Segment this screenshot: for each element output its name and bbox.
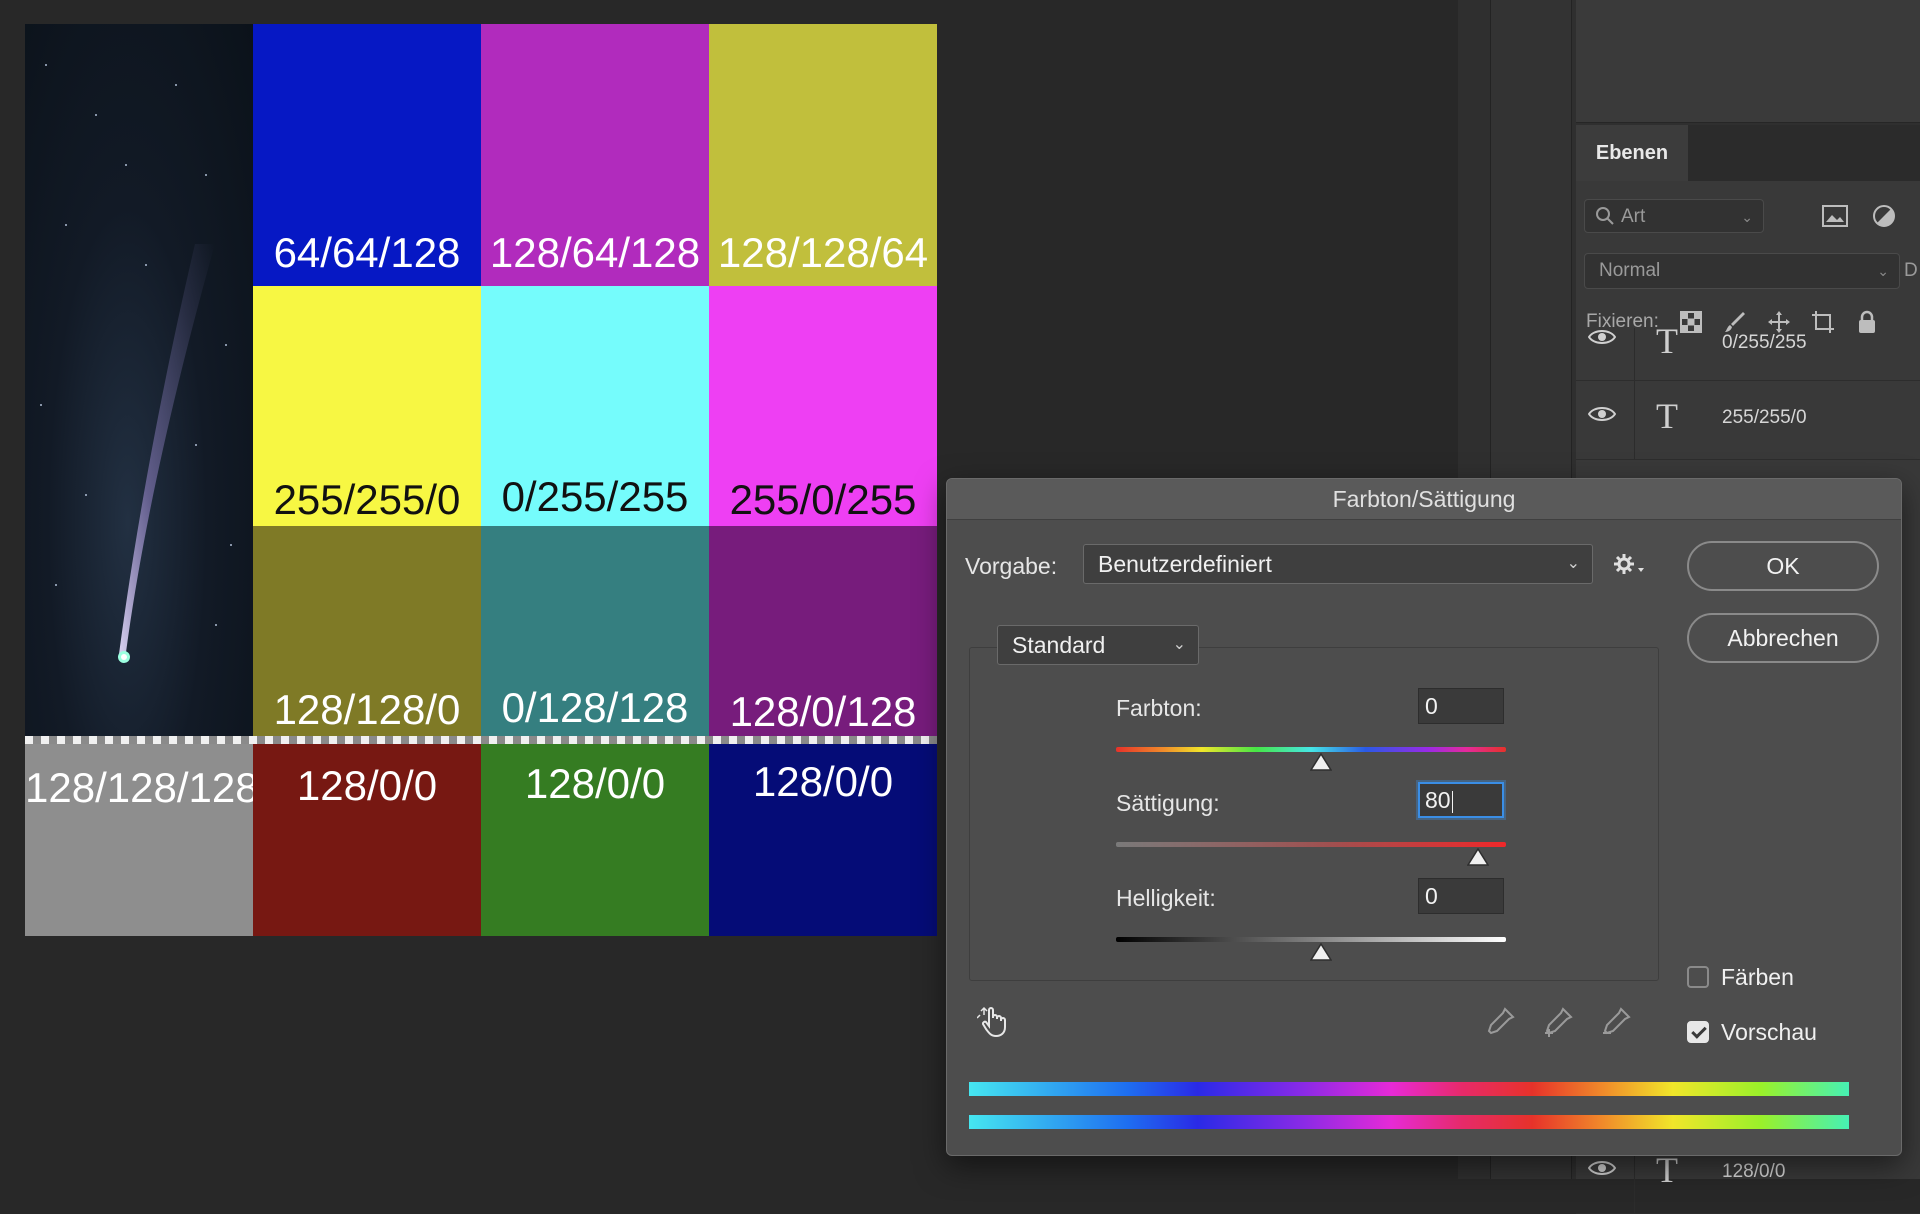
eyedropper-icon[interactable]	[1483, 1005, 1517, 1039]
swatch-label: 0/128/128	[501, 684, 689, 731]
layer-row[interactable]: T 255/255/0	[1576, 381, 1920, 460]
swatch-label: 128/128/64	[717, 229, 929, 276]
output-color-spectrum-bar	[969, 1115, 1849, 1129]
color-swatch: 0/128/128	[481, 526, 709, 736]
swatch-label: 128/0/0	[752, 758, 894, 805]
color-swatch: 128/0/128	[709, 526, 937, 736]
comet-tail-graphic	[118, 244, 215, 663]
targeted-adjustment-hand-icon[interactable]	[977, 1005, 1011, 1039]
layer-row[interactable]: T 0/255/255	[1576, 328, 1920, 381]
lightness-slider-thumb[interactable]	[1310, 943, 1332, 961]
image-filter-icon[interactable]	[1822, 205, 1848, 227]
color-swatch: 255/0/255	[709, 286, 937, 526]
preset-value: Benutzerdefiniert	[1098, 551, 1272, 577]
layer-name: 255/255/0	[1722, 407, 1807, 428]
layer-name: 0/255/255	[1722, 332, 1807, 353]
layers-tabbar: Ebenen	[1576, 125, 1920, 181]
tab-layers[interactable]: Ebenen	[1576, 125, 1688, 181]
hue-input[interactable]: 0	[1418, 688, 1504, 724]
opacity-label-cut: D	[1904, 260, 1918, 281]
visibility-eye-icon[interactable]	[1588, 328, 1616, 346]
blend-mode-select[interactable]: Normal ⌄	[1584, 253, 1900, 289]
layer-name: 128/0/0	[1722, 1161, 1786, 1182]
cancel-button[interactable]: Abbrechen	[1687, 613, 1879, 663]
eyedropper-add-icon[interactable]	[1541, 1005, 1575, 1039]
swatch-label: 0/255/255	[501, 473, 689, 520]
preset-options-gear-icon[interactable]	[1613, 553, 1647, 577]
color-swatch: 128/64/128	[481, 24, 709, 286]
input-color-spectrum-bar	[969, 1082, 1849, 1096]
adjustment-filter-icon[interactable]	[1872, 204, 1896, 228]
hue-slider-track[interactable]	[1116, 747, 1506, 752]
saturation-slider-thumb[interactable]	[1467, 848, 1489, 866]
hue-slider-thumb[interactable]	[1310, 753, 1332, 771]
swatch-label: 128/128/0	[273, 686, 461, 733]
channel-select[interactable]: Standard ⌄	[997, 625, 1199, 665]
lightness-slider-track[interactable]	[1116, 937, 1506, 942]
search-icon	[1596, 207, 1614, 225]
color-swatch: 0/255/255	[481, 286, 709, 526]
text-layer-icon: T	[1656, 396, 1678, 436]
preview-checkbox[interactable]	[1687, 1021, 1709, 1043]
colorize-label: Färben	[1721, 964, 1794, 990]
hue-label: Farbton:	[1116, 695, 1202, 721]
swatch-label: 128/0/128	[729, 688, 917, 735]
saturation-label: Sättigung:	[1116, 790, 1220, 816]
chevron-down-icon: ⌄	[1566, 555, 1580, 572]
visibility-eye-icon[interactable]	[1588, 1159, 1616, 1177]
colorize-checkbox[interactable]	[1687, 966, 1709, 988]
lightness-label: Helligkeit:	[1116, 885, 1216, 911]
saturation-value: 80	[1425, 787, 1451, 813]
color-swatch: 128/128/0	[253, 526, 481, 736]
swatch-label: 255/255/0	[273, 476, 461, 523]
layer-filter-select[interactable]: Art ⌄	[1584, 199, 1764, 233]
color-swatch: 128/0/0	[709, 736, 937, 936]
swatch-label: 255/0/255	[729, 476, 917, 523]
upper-panel	[1576, 0, 1920, 123]
swatch-label: 128/128/128	[25, 764, 259, 811]
document-canvas[interactable]: 64/64/128 128/64/128 128/128/64 255/255/…	[25, 24, 937, 936]
adjustment-group	[969, 647, 1659, 981]
blend-mode-value: Normal	[1599, 260, 1661, 281]
color-swatch: 128/128/128	[25, 736, 259, 936]
layer-row-divider	[1634, 328, 1635, 380]
preset-label: Vorgabe:	[965, 553, 1058, 579]
chevron-down-icon: ⌄	[1877, 263, 1889, 279]
marching-ants-selection	[25, 736, 937, 744]
comet-photo	[25, 24, 253, 736]
saturation-slider-track[interactable]	[1116, 842, 1506, 847]
color-swatch: 128/128/64	[709, 24, 937, 286]
hue-saturation-dialog: Farbton/Sättigung Vorgabe: Benutzerdefin…	[946, 478, 1902, 1156]
swatch-label: 64/64/128	[273, 229, 461, 276]
color-swatch: 64/64/128	[253, 24, 481, 286]
color-swatch: 255/255/0	[253, 286, 481, 526]
swatch-label: 128/0/0	[296, 762, 438, 809]
layer-filter-label: Art	[1621, 206, 1646, 227]
eyedropper-subtract-icon[interactable]	[1599, 1005, 1633, 1039]
swatch-label: 128/0/0	[524, 760, 666, 807]
text-caret	[1451, 790, 1453, 813]
visibility-eye-icon[interactable]	[1588, 405, 1616, 423]
chevron-down-icon: ⌄	[1172, 636, 1186, 653]
color-swatch: 128/0/0	[481, 736, 709, 936]
dialog-title[interactable]: Farbton/Sättigung	[947, 479, 1901, 520]
preset-select[interactable]: Benutzerdefiniert ⌄	[1083, 544, 1593, 584]
channel-value: Standard	[1012, 632, 1106, 658]
saturation-input[interactable]: 80	[1418, 782, 1504, 818]
color-swatch: 128/0/0	[253, 736, 481, 936]
layer-row-divider	[1634, 381, 1635, 459]
swatch-label: 128/64/128	[489, 229, 701, 276]
chevron-down-icon: ⌄	[1741, 209, 1753, 225]
preview-label: Vorschau	[1721, 1019, 1817, 1045]
text-layer-icon: T	[1656, 328, 1678, 361]
lightness-input[interactable]: 0	[1418, 878, 1504, 914]
ok-button[interactable]: OK	[1687, 541, 1879, 591]
